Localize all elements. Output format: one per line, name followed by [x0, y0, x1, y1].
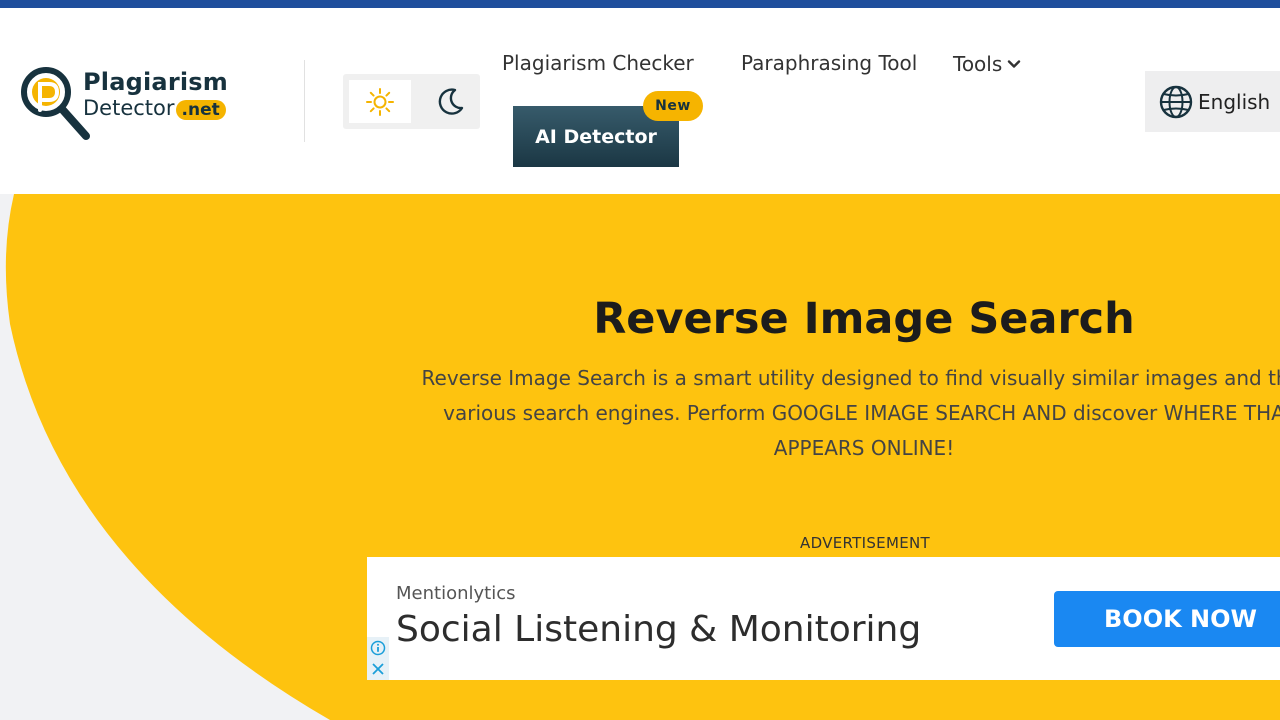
globe-icon — [1159, 85, 1193, 118]
dark-theme-button[interactable] — [425, 80, 475, 123]
close-icon[interactable] — [370, 661, 386, 677]
moon-icon — [438, 87, 464, 115]
sun-icon — [366, 87, 394, 116]
top-accent-bar — [0, 0, 1280, 8]
hero-description-line: various search engines. Perform GOOGLE I… — [443, 401, 1280, 425]
light-theme-button[interactable] — [349, 80, 411, 123]
site-header: Plagiarism Detector .net Plagiarism Check… — [0, 8, 1280, 194]
ad-choices — [367, 637, 389, 680]
logo-wordmark-detector: Detector — [83, 96, 175, 120]
advertisement-label: ADVERTISEMENT — [800, 534, 930, 552]
nav-plagiarism-checker[interactable]: Plagiarism Checker — [502, 51, 694, 75]
hero-description-line: APPEARS ONLINE! — [773, 436, 955, 460]
new-badge: New — [643, 91, 703, 121]
logo-net-badge: .net — [175, 100, 226, 120]
header-divider — [304, 60, 305, 142]
hero-description-line: Reverse Image Search is a smart utility … — [421, 366, 1280, 390]
site-logo[interactable]: Plagiarism Detector .net — [20, 66, 240, 146]
hero-description: Reverse Image Search is a smart utility … — [264, 361, 1280, 466]
page-title: Reverse Image Search — [593, 294, 1135, 344]
ad-brand: Mentionlytics — [396, 583, 516, 604]
advertisement-banner[interactable]: Mentionlytics Social Listening & Monitor… — [367, 557, 1280, 680]
nav-tools-label: Tools — [953, 52, 1003, 76]
magnifier-p-logo-icon — [21, 67, 90, 140]
nav-paraphrasing-tool[interactable]: Paraphrasing Tool — [741, 51, 917, 75]
nav-tools-dropdown[interactable]: Tools — [953, 52, 1022, 76]
theme-toggle — [343, 74, 480, 129]
info-icon[interactable] — [370, 640, 386, 656]
chevron-down-icon — [1008, 60, 1021, 68]
language-selector[interactable]: English — [1145, 71, 1280, 132]
ad-book-now-button[interactable]: BOOK NOW — [1054, 591, 1280, 647]
logo-wordmark-top: Plagiarism — [83, 68, 228, 96]
logo-wordmark-bottom: Detector .net — [83, 96, 226, 120]
ad-headline[interactable]: Social Listening & Monitoring — [396, 609, 921, 650]
language-label: English — [1198, 89, 1271, 114]
